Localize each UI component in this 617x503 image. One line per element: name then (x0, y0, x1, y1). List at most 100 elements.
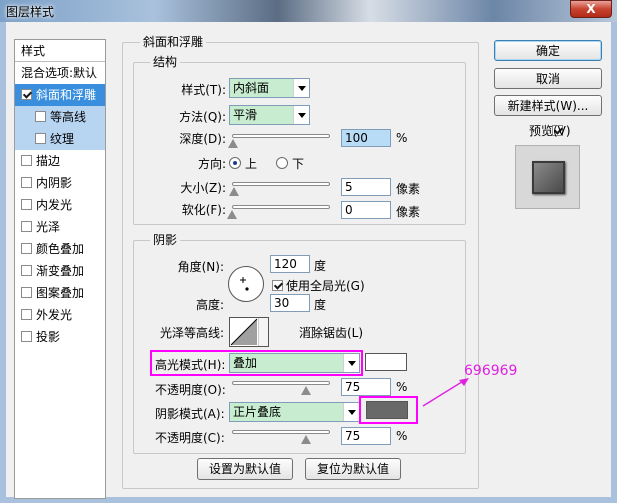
size-slider-thumb[interactable] (228, 187, 239, 196)
checkbox-outer-glow[interactable] (21, 309, 32, 320)
close-button[interactable]: X (570, 0, 612, 18)
highlight-mode-value: 叠加 (233, 356, 258, 370)
new-style-button[interactable]: 新建样式(W)... (494, 95, 602, 116)
checkbox-bevel-emboss[interactable] (21, 89, 32, 100)
angle-label: 角度(N): (177, 260, 224, 274)
depth-unit: % (396, 131, 408, 145)
sidebar-item-bevel-emboss[interactable]: 斜面和浮雕 (15, 84, 105, 106)
soften-slider[interactable] (232, 205, 330, 209)
chevron-down-icon (343, 354, 359, 372)
highlight-mode-select[interactable]: 叠加 (229, 353, 360, 373)
depth-label: 深度(D): (179, 132, 226, 146)
checkbox-stroke[interactable] (21, 155, 32, 166)
sidebar-item-satin[interactable]: 光泽 (15, 216, 105, 238)
checkbox-drop-shadow[interactable] (21, 331, 32, 342)
sidebar-item-inner-shadow[interactable]: 内阴影 (15, 172, 105, 194)
sidebar-item-gradient-overlay[interactable]: 渐变叠加 (15, 260, 105, 282)
sidebar-item-label: 投影 (36, 330, 61, 344)
sidebar-item-color-overlay[interactable]: 颜色叠加 (15, 238, 105, 260)
title-bar (0, 0, 617, 22)
soften-unit: 像素 (396, 205, 421, 219)
cancel-button[interactable]: 取消 (494, 68, 602, 89)
sidebar-item-stroke[interactable]: 描边 (15, 150, 105, 172)
checkbox-pattern-overlay[interactable] (21, 287, 32, 298)
sidebar-item-contour[interactable]: 等高线 (15, 106, 105, 128)
highlight-opacity-slider-thumb[interactable] (300, 386, 311, 395)
shading-title: 阴影 (150, 233, 181, 247)
chevron-down-icon (343, 403, 359, 421)
checkbox-satin[interactable] (21, 221, 32, 232)
angle-input[interactable]: 120 (270, 255, 310, 273)
shadow-opacity-slider-thumb[interactable] (300, 435, 311, 444)
altitude-input[interactable]: 30 (270, 294, 310, 312)
depth-slider[interactable] (232, 134, 330, 138)
shadow-opacity-label: 不透明度(C): (155, 431, 225, 445)
checkbox-color-overlay[interactable] (21, 243, 32, 254)
direction-down-radio[interactable] (276, 157, 288, 169)
size-input[interactable]: 5 (341, 178, 391, 196)
shadow-color-swatch[interactable] (366, 401, 408, 419)
checkbox-texture[interactable] (35, 133, 46, 144)
method-select-value: 平滑 (233, 108, 258, 122)
direction-up-radio[interactable] (229, 157, 241, 169)
sidebar-item-label: 等高线 (50, 110, 87, 124)
contour-icon (230, 318, 258, 346)
angle-unit: 度 (314, 259, 327, 273)
styles-list: 样式 混合选项:默认 斜面和浮雕 等高线 纹理 描边 内阴影 内发光 光泽 颜色… (14, 39, 106, 499)
shadow-mode-select[interactable]: 正片叠底 (229, 402, 360, 422)
soften-label: 软化(F): (181, 203, 226, 217)
sidebar-item-texture[interactable]: 纹理 (15, 128, 105, 150)
structure-title: 结构 (150, 55, 181, 69)
checkbox-contour[interactable] (35, 111, 46, 122)
sidebar-item-drop-shadow[interactable]: 投影 (15, 326, 105, 348)
make-default-button[interactable]: 设置为默认值 (197, 458, 293, 480)
ok-button[interactable]: 确定 (494, 40, 602, 61)
sidebar-item-label: 纹理 (50, 132, 75, 146)
size-slider[interactable] (232, 182, 330, 186)
preview-thumbnail (515, 145, 580, 209)
global-light-checkbox[interactable] (272, 280, 283, 291)
styles-list-header[interactable]: 样式 (15, 40, 105, 62)
sidebar-item-label: 内发光 (36, 198, 73, 212)
sidebar-item-outer-glow[interactable]: 外发光 (15, 304, 105, 326)
chevron-down-icon (293, 106, 309, 124)
reset-default-button[interactable]: 复位为默认值 (305, 458, 401, 480)
highlight-opacity-label: 不透明度(O): (155, 383, 226, 397)
gloss-contour-picker[interactable] (229, 317, 269, 347)
sidebar-item-inner-glow[interactable]: 内发光 (15, 194, 105, 216)
highlight-opacity-input[interactable]: 75 (341, 378, 391, 396)
sidebar-item-label: 混合选项:默认 (21, 66, 98, 80)
sidebar-item-blending-options[interactable]: 混合选项:默认 (15, 62, 105, 84)
gloss-contour-label: 光泽等高线: (159, 326, 224, 340)
depth-input[interactable]: 100 (341, 129, 391, 147)
size-label: 大小(Z): (180, 181, 226, 195)
soften-input[interactable]: 0 (341, 201, 391, 219)
style-label: 样式(T): (181, 83, 226, 97)
shadow-mode-value: 正片叠底 (233, 405, 282, 419)
style-select[interactable]: 内斜面 (229, 78, 310, 98)
highlight-color-swatch[interactable] (365, 353, 407, 371)
sidebar-item-label: 描边 (36, 154, 61, 168)
sidebar-item-pattern-overlay[interactable]: 图案叠加 (15, 282, 105, 304)
checkbox-gradient-overlay[interactable] (21, 265, 32, 276)
window-title: 图层样式 (6, 5, 55, 19)
annotation-arrow-icon (422, 378, 469, 407)
chevron-down-icon (293, 79, 309, 97)
checkbox-inner-shadow[interactable] (21, 177, 32, 188)
sidebar-item-label: 斜面和浮雕 (36, 88, 97, 102)
shadow-opacity-input[interactable]: 75 (341, 427, 391, 445)
chevron-down-icon (258, 318, 268, 346)
shadow-opacity-slider[interactable] (232, 430, 330, 434)
preview-swatch (532, 161, 565, 194)
highlight-opacity-unit: % (396, 380, 408, 394)
method-select[interactable]: 平滑 (229, 105, 310, 125)
highlight-opacity-slider[interactable] (232, 381, 330, 385)
depth-slider-thumb[interactable] (227, 139, 238, 148)
sidebar-item-label: 光泽 (36, 220, 61, 234)
sidebar-item-label: 颜色叠加 (36, 242, 85, 256)
checkbox-inner-glow[interactable] (21, 199, 32, 210)
sidebar-item-label: 外发光 (36, 308, 73, 322)
angle-dial[interactable] (228, 266, 264, 302)
soften-slider-thumb[interactable] (227, 210, 237, 219)
preview-label: 预览(V) (529, 124, 571, 138)
